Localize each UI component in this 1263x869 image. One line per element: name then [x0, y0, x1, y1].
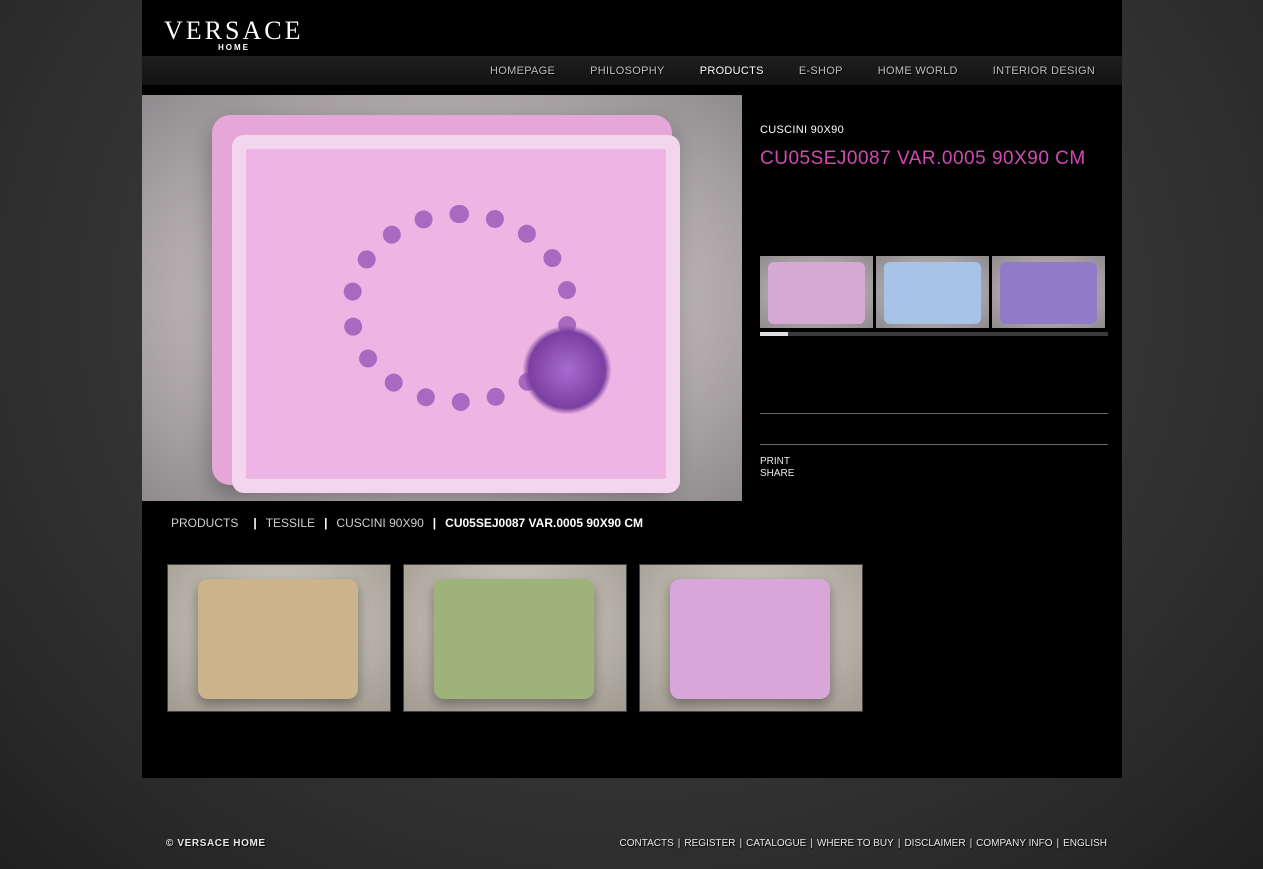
nav-products[interactable]: PRODUCTS — [700, 65, 764, 77]
divider-top — [760, 413, 1108, 414]
footer-link-contacts[interactable]: CONTACTS — [620, 838, 674, 849]
footer-separator: | — [810, 838, 813, 849]
footer-link-catalogue[interactable]: CATALOGUE — [746, 838, 806, 849]
nav-interior-design[interactable]: INTERIOR DESIGN — [993, 65, 1095, 77]
breadcrumb: PRODUCTS | TESSILE | CUSCINI 90X90 | CU0… — [171, 516, 643, 530]
variant-thumb-1-image — [768, 262, 865, 324]
nav-philosophy[interactable]: PHILOSOPHY — [590, 65, 665, 77]
page-container: VERSACE HOME HOMEPAGE PHILOSOPHY PRODUCT… — [142, 0, 1122, 778]
variant-scrollbar-handle[interactable] — [760, 332, 788, 336]
product-main-image — [142, 95, 742, 501]
nav-e-shop[interactable]: E-SHOP — [799, 65, 843, 77]
footer-link-disclaimer[interactable]: DISCLAIMER — [904, 838, 965, 849]
variant-thumb-3[interactable] — [992, 256, 1105, 328]
variant-thumb-3-image — [1000, 262, 1097, 324]
footer-link-where-to-buy[interactable]: WHERE TO BUY — [817, 838, 894, 849]
related-product-1[interactable] — [167, 564, 391, 712]
variant-thumb-2[interactable] — [876, 256, 989, 328]
variant-thumb-1[interactable] — [760, 256, 873, 328]
main-nav-bar: HOMEPAGE PHILOSOPHY PRODUCTS E-SHOP HOME… — [142, 56, 1122, 85]
breadcrumb-tessile[interactable]: TESSILE — [266, 516, 315, 530]
breadcrumb-products[interactable]: PRODUCTS — [171, 516, 238, 530]
related-product-3-image — [670, 579, 830, 699]
footer-link-register[interactable]: REGISTER — [684, 838, 735, 849]
nav-homepage[interactable]: HOMEPAGE — [490, 65, 555, 77]
breadcrumb-separator: | — [253, 516, 257, 530]
breadcrumb-cuscini[interactable]: CUSCINI 90X90 — [336, 516, 423, 530]
footer-separator: | — [897, 838, 901, 849]
variant-scrollbar[interactable] — [760, 332, 1108, 336]
main-nav: HOMEPAGE PHILOSOPHY PRODUCTS E-SHOP HOME… — [490, 56, 1095, 85]
nav-home-world[interactable]: HOME WORLD — [878, 65, 958, 77]
footer-separator: | — [969, 838, 973, 849]
pillow-orchid — [522, 325, 612, 415]
share-link[interactable]: SHARE — [760, 468, 794, 480]
variant-thumb-2-image — [884, 262, 981, 324]
footer-links: CONTACTS | REGISTER | CATALOGUE | WHERE … — [620, 838, 1107, 849]
footer-link-company-info[interactable]: COMPANY INFO — [976, 838, 1052, 849]
divider-bottom — [760, 444, 1108, 445]
product-actions: PRINT SHARE — [760, 456, 794, 480]
print-link[interactable]: PRINT — [760, 456, 794, 468]
product-title: CU05SEJ0087 VAR.0005 90X90 CM — [760, 148, 1086, 169]
variant-thumbnails — [760, 256, 1108, 328]
footer-link-language[interactable]: ENGLISH — [1063, 838, 1107, 849]
footer-separator: | — [739, 838, 743, 849]
footer-separator: | — [1056, 838, 1060, 849]
related-product-2-image — [434, 579, 594, 699]
breadcrumb-current: CU05SEJ0087 VAR.0005 90X90 CM — [445, 516, 644, 530]
related-product-3[interactable] — [639, 564, 863, 712]
footer-separator: | — [677, 838, 681, 849]
related-product-2[interactable] — [403, 564, 627, 712]
logo-wordmark: VERSACE — [164, 16, 304, 45]
related-product-1-image — [198, 579, 358, 699]
versace-home-logo[interactable]: VERSACE HOME — [164, 16, 304, 53]
breadcrumb-separator: | — [324, 516, 328, 530]
footer-copyright: © VERSACE HOME — [166, 838, 266, 849]
product-category: CUSCINI 90X90 — [760, 124, 844, 136]
breadcrumb-separator: | — [432, 516, 437, 530]
